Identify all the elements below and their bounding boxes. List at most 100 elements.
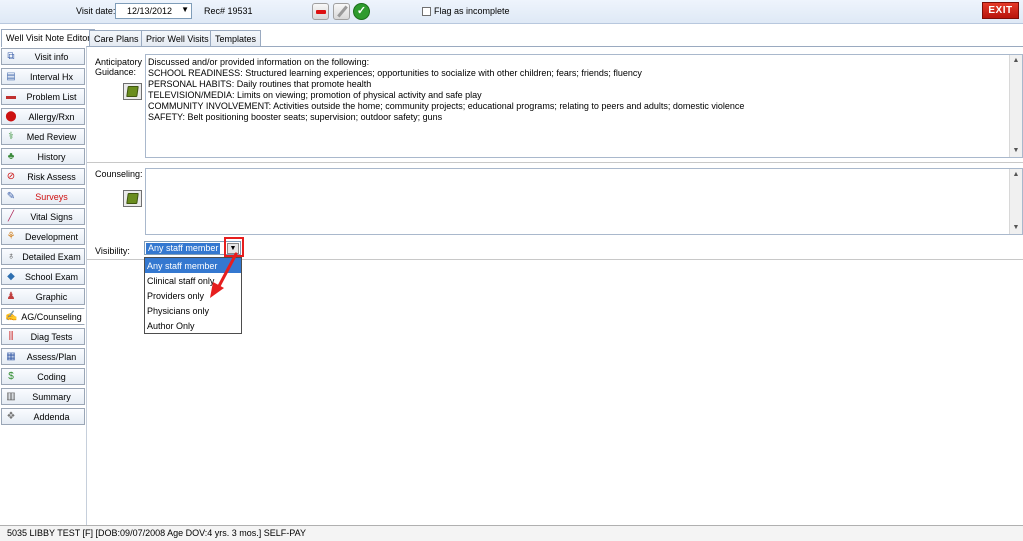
scroll-down-icon[interactable]: ▼	[1010, 222, 1022, 234]
sidebar-item-vital-signs[interactable]: ╱ Vital Signs	[1, 208, 85, 225]
counseling-icon: ✍	[5, 311, 18, 322]
tab-strip: Well Visit Note Editor Care Plans Prior …	[0, 29, 1023, 47]
sidebar-item-label: Addenda	[33, 412, 70, 422]
sidebar-item-visit-info[interactable]: ⧉ Visit info	[1, 48, 85, 65]
thermometer-icon: ╱	[7, 211, 15, 222]
sidebar-item-label: Detailed Exam	[22, 252, 81, 262]
guidance-label-line2: Guidance:	[95, 67, 137, 77]
scroll-up-icon[interactable]: ▲	[1010, 55, 1022, 67]
sidebar-item-interval-hx[interactable]: ▤ Interval Hx	[1, 68, 85, 85]
delete-button[interactable]	[312, 3, 329, 20]
school-icon: ◆	[7, 271, 15, 282]
tab-templates[interactable]: Templates	[210, 30, 262, 47]
guidance-template-book-button[interactable]	[123, 83, 142, 100]
sidebar-item-diag-tests[interactable]: ⫼ Diag Tests	[1, 328, 85, 345]
sidebar-item-graphic[interactable]: ♟ Graphic	[1, 288, 85, 305]
sidebar-item-problem-list[interactable]: ▬ Problem List	[1, 88, 85, 105]
book-icon	[126, 193, 139, 204]
sidebar-item-med-review[interactable]: ⚕ Med Review	[1, 128, 85, 145]
section-divider	[87, 162, 1023, 163]
sidebar-item-label: Interval Hx	[29, 72, 73, 82]
guidance-line: SCHOOL READINESS: Structured learning ex…	[148, 68, 642, 78]
visit-date-value: 12/13/2012	[127, 6, 173, 16]
sidebar-item-school-exam[interactable]: ◆ School Exam	[1, 268, 85, 285]
problem-list-icon: ▬	[6, 91, 16, 102]
stethoscope-icon: ♁	[7, 251, 15, 262]
tab-care-plans[interactable]: Care Plans	[89, 30, 144, 47]
sidebar-item-label: Allergy/Rxn	[28, 112, 75, 122]
sidebar-item-assess-plan[interactable]: ▦ Assess/Plan	[1, 348, 85, 365]
plan-icon: ▦	[6, 351, 16, 362]
family-tree-icon: ♣	[7, 151, 15, 162]
record-label: Rec#	[204, 6, 226, 16]
guidance-textarea[interactable]: Discussed and/or provided information on…	[145, 54, 1023, 158]
scroll-up-icon[interactable]: ▲	[1010, 169, 1022, 181]
sidebar-item-risk-assess[interactable]: ⊘ Risk Assess	[1, 168, 85, 185]
sidebar-item-allergy-rxn[interactable]: ⬤ Allergy/Rxn	[1, 108, 85, 125]
sidebar-item-label: Surveys	[35, 192, 68, 202]
counseling-label: Counseling:	[95, 169, 143, 179]
guidance-scrollbar[interactable]: ▲ ▼	[1009, 55, 1022, 157]
addenda-icon: ❖	[6, 411, 16, 422]
sidebar-item-history[interactable]: ♣ History	[1, 148, 85, 165]
document-icon: ▤	[6, 71, 16, 82]
sidebar-item-label: Med Review	[26, 132, 77, 142]
counseling-scrollbar[interactable]: ▲ ▼	[1009, 169, 1022, 234]
tab-header-blank	[342, 28, 497, 42]
sidebar-item-addenda[interactable]: ❖ Addenda	[1, 408, 85, 425]
visibility-option[interactable]: Physicians only	[145, 303, 241, 318]
exit-button[interactable]: EXIT	[982, 2, 1019, 19]
visit-info-icon: ⧉	[7, 51, 15, 62]
sidebar-item-development[interactable]: ⚘ Development	[1, 228, 85, 245]
counseling-textarea[interactable]: ▲ ▼	[145, 168, 1023, 235]
guidance-line: PERSONAL HABITS: Daily routines that pro…	[148, 79, 372, 89]
toolbar: Visit date: 12/13/2012 ▼ Rec# 19531 ✓ Fl…	[0, 0, 1023, 24]
annotation-arrow-icon	[210, 252, 238, 298]
sidebar-item-label: School Exam	[24, 272, 79, 282]
summary-icon: ▥	[6, 391, 16, 402]
edit-button[interactable]	[333, 3, 350, 20]
record-number: Rec# 19531	[204, 6, 253, 16]
survey-icon: ✎	[6, 191, 16, 202]
development-icon: ⚘	[6, 231, 16, 242]
book-icon	[126, 86, 139, 97]
guidance-line: SAFETY: Belt positioning booster seats; …	[148, 112, 443, 122]
visit-date-picker[interactable]: 12/13/2012 ▼	[115, 3, 192, 19]
sidebar-item-surveys[interactable]: ✎ Surveys	[1, 188, 85, 205]
flag-incomplete-checkbox[interactable]	[422, 7, 431, 16]
sidebar-item-detailed-exam[interactable]: ♁ Detailed Exam	[1, 248, 85, 265]
no-symbol-icon: ⊘	[6, 171, 16, 182]
sidebar-item-label: Summary	[32, 392, 71, 402]
chevron-down-icon[interactable]: ▼	[181, 5, 189, 14]
approve-check-button[interactable]: ✓	[353, 3, 370, 20]
sidebar-item-label: Graphic	[35, 292, 68, 302]
sidebar-item-coding[interactable]: $ Coding	[1, 368, 85, 385]
sidebar-item-label: Assess/Plan	[26, 352, 77, 362]
sidebar-item-ag-counseling[interactable]: ✍ AG/Counseling	[1, 308, 85, 325]
scroll-down-icon[interactable]: ▼	[1010, 145, 1022, 157]
sidebar-item-summary[interactable]: ▥ Summary	[1, 388, 85, 405]
sidebar-item-label: Risk Assess	[27, 172, 76, 182]
sidebar-item-label: Problem List	[26, 92, 77, 102]
sidebar: ⧉ Visit info ▤ Interval Hx ▬ Problem List ⬤…	[0, 46, 86, 526]
sidebar-item-label: History	[37, 152, 66, 162]
visibility-label: Visibility:	[95, 246, 130, 256]
allergy-icon: ⬤	[5, 111, 17, 122]
sidebar-item-label: Diag Tests	[30, 332, 73, 342]
tab-well-visit-note-editor[interactable]: Well Visit Note Editor	[1, 29, 96, 47]
visit-date-label: Visit date:	[76, 6, 116, 16]
guidance-label: Anticipatory Guidance:	[95, 57, 142, 77]
tab-prior-well-visits[interactable]: Prior Well Visits	[141, 30, 214, 47]
sidebar-item-label: Vital Signs	[30, 212, 73, 222]
sidebar-item-label: Visit info	[34, 52, 69, 62]
guidance-line: TELEVISION/MEDIA: Limits on viewing; pro…	[148, 90, 482, 100]
guidance-line: Discussed and/or provided information on…	[148, 57, 370, 67]
counseling-template-book-button[interactable]	[123, 190, 142, 207]
dollar-icon: $	[8, 371, 14, 382]
sidebar-item-label: Coding	[37, 372, 66, 382]
visibility-option[interactable]: Author Only	[145, 318, 241, 333]
medication-icon: ⚕	[8, 131, 14, 142]
sidebar-item-label: Development	[24, 232, 79, 242]
sidebar-item-label: AG/Counseling	[21, 312, 82, 322]
guidance-label-line1: Anticipatory	[95, 57, 143, 67]
